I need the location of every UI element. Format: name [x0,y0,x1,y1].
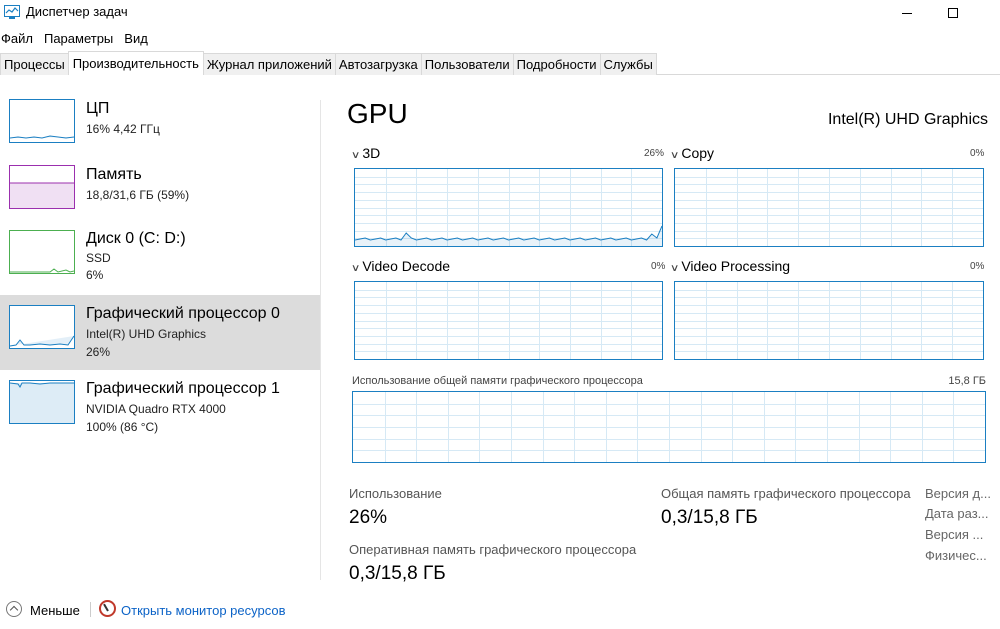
cpu-thumbnail-graph [9,99,75,143]
minimize-icon [902,12,912,14]
dedicated-memory-label: Оперативная память графического процессо… [349,542,637,557]
driver-date-label: Дата раз... [925,506,989,521]
sidebar-cpu-detail: 16% 4,42 ГГц [86,122,160,136]
chevron-down-icon: ∨ [350,150,361,161]
menu-view[interactable]: Вид [123,29,154,49]
window-title: Диспетчер задач [26,4,128,19]
sidebar-item-gpu0[interactable]: Графический процессор 0 Intel(R) UHD Gra… [0,295,320,370]
minimize-button[interactable] [884,0,930,26]
graph-3d-usage-line [355,225,662,241]
graph-copy-label: Copy [681,145,715,161]
shared-memory-graph-max: 15,8 ГБ [948,375,986,387]
shared-memory-value: 0,3/15,8 ГБ [661,507,758,528]
adapter-name: Intel(R) UHD Graphics [827,111,988,128]
graph-video-decode [354,281,663,360]
sidebar-item-disk0[interactable]: Диск 0 (C: D:) SSD 6% [0,221,320,296]
resource-monitor-icon[interactable] [99,600,116,617]
maximize-button[interactable] [930,0,976,26]
graph-copy [674,168,984,247]
graph-3d-label: 3D [362,145,381,161]
graph-copy-selector[interactable]: ∨ Copy [669,145,715,161]
sidebar-gpu1-model: NVIDIA Quadro RTX 4000 [86,402,226,416]
gpu1-thumbnail-fill [10,382,74,423]
graph-3d-selector[interactable]: ∨ 3D [350,145,381,161]
chevron-up-circle-icon[interactable] [6,601,22,617]
graph-video-processing-max: 0% [970,261,985,272]
tab-performance[interactable]: Производительность [67,51,204,75]
menu-options[interactable]: Параметры [43,29,119,49]
sidebar-gpu0-title: Графический процессор 0 [86,305,280,322]
footer-divider [90,602,91,617]
sidebar-gpu1-title: Графический процессор 1 [86,380,280,397]
graph-video-decode-selector[interactable]: ∨ Video Decode [350,258,451,274]
sidebar-disk-usage: 6% [86,268,104,282]
graph-video-processing [674,281,984,360]
sidebar-gpu0-model: Intel(R) UHD Graphics [86,327,207,341]
graph-video-processing-label: Video Processing [681,258,791,274]
resource-sidebar: ЦП 16% 4,42 ГГц Память 18,8/31,6 ГБ (59%… [0,90,320,590]
menu-file[interactable]: Файл [0,29,39,49]
title-bar: Диспетчер задач [0,0,1000,26]
sidebar-memory-detail: 18,8/31,6 ГБ (59%) [86,188,190,202]
graph-video-decode-max: 0% [651,261,666,272]
footer-bar: Меньше Открыть монитор ресурсов [0,598,1000,622]
chevron-down-icon: ∨ [669,263,680,274]
dedicated-memory-value: 0,3/15,8 ГБ [349,563,446,584]
directx-version-label: Версия ... [925,527,984,542]
sidebar-disk-title: Диск 0 (C: D:) [86,230,186,247]
graph-video-decode-label: Video Decode [362,258,451,274]
tab-bar: Процессы Производительность Журнал прило… [0,51,1000,75]
sidebar-gpu1-usage: 100% (86 °C) [86,420,159,434]
shared-memory-grid [353,392,985,462]
shared-memory-graph-label: Использование общей памяти графического … [352,375,643,387]
sidebar-item-cpu[interactable]: ЦП 16% 4,42 ГГц [0,90,320,165]
sidebar-gpu0-usage: 26% [86,345,111,359]
shared-memory-label: Общая память графического процессора [661,486,911,501]
tab-processes[interactable]: Процессы [0,53,69,75]
graph-video-processing-selector[interactable]: ∨ Video Processing [669,258,791,274]
usage-value: 26% [349,507,388,528]
graph-video-decode-grid [355,282,662,359]
graph-3d-max: 26% [644,148,665,159]
open-resource-monitor-link[interactable]: Открыть монитор ресурсов [121,603,285,618]
gpu1-thumbnail-graph [9,380,75,424]
tab-details[interactable]: Подробности [512,53,601,75]
tab-services[interactable]: Службы [599,53,657,75]
driver-version-label: Версия д... [925,486,991,501]
graph-copy-max: 0% [970,148,985,159]
sidebar-item-memory[interactable]: Память 18,8/31,6 ГБ (59%) [0,156,320,231]
chevron-down-icon: ∨ [669,150,680,161]
tab-app-history[interactable]: Журнал приложений [202,53,336,75]
disk-thumbnail-graph [9,230,75,274]
chevron-down-icon: ∨ [350,263,361,274]
physical-location-label: Физичес... [925,548,987,563]
graph-copy-grid [675,169,983,246]
graph-video-processing-grid [675,282,983,359]
tab-startup[interactable]: Автозагрузка [334,53,422,75]
fewer-details-button[interactable]: Меньше [30,603,80,618]
tab-users[interactable]: Пользователи [420,53,514,75]
maximize-icon [948,8,958,18]
gpu0-thumbnail-graph [9,305,75,349]
page-title: GPU [347,98,408,129]
task-manager-icon [4,5,20,19]
shared-memory-graph [352,391,986,463]
disk-thumbnail-line [10,268,74,273]
sidebar-item-gpu1[interactable]: Графический процессор 1 NVIDIA Quadro RT… [0,370,320,445]
sidebar-cpu-title: ЦП [86,100,110,117]
menu-bar: Файл Параметры Вид [0,29,158,49]
sidebar-disk-type: SSD [86,251,111,265]
graph-3d [354,168,663,247]
cpu-thumbnail-line [10,135,74,139]
graph-3d-grid [355,169,662,246]
memory-thumbnail-graph [9,165,75,209]
memory-thumbnail-fill [10,182,74,208]
sidebar-memory-title: Память [86,166,142,183]
panel-divider [320,100,321,580]
gpu0-thumbnail-line [10,335,74,347]
usage-label: Использование [349,486,442,501]
